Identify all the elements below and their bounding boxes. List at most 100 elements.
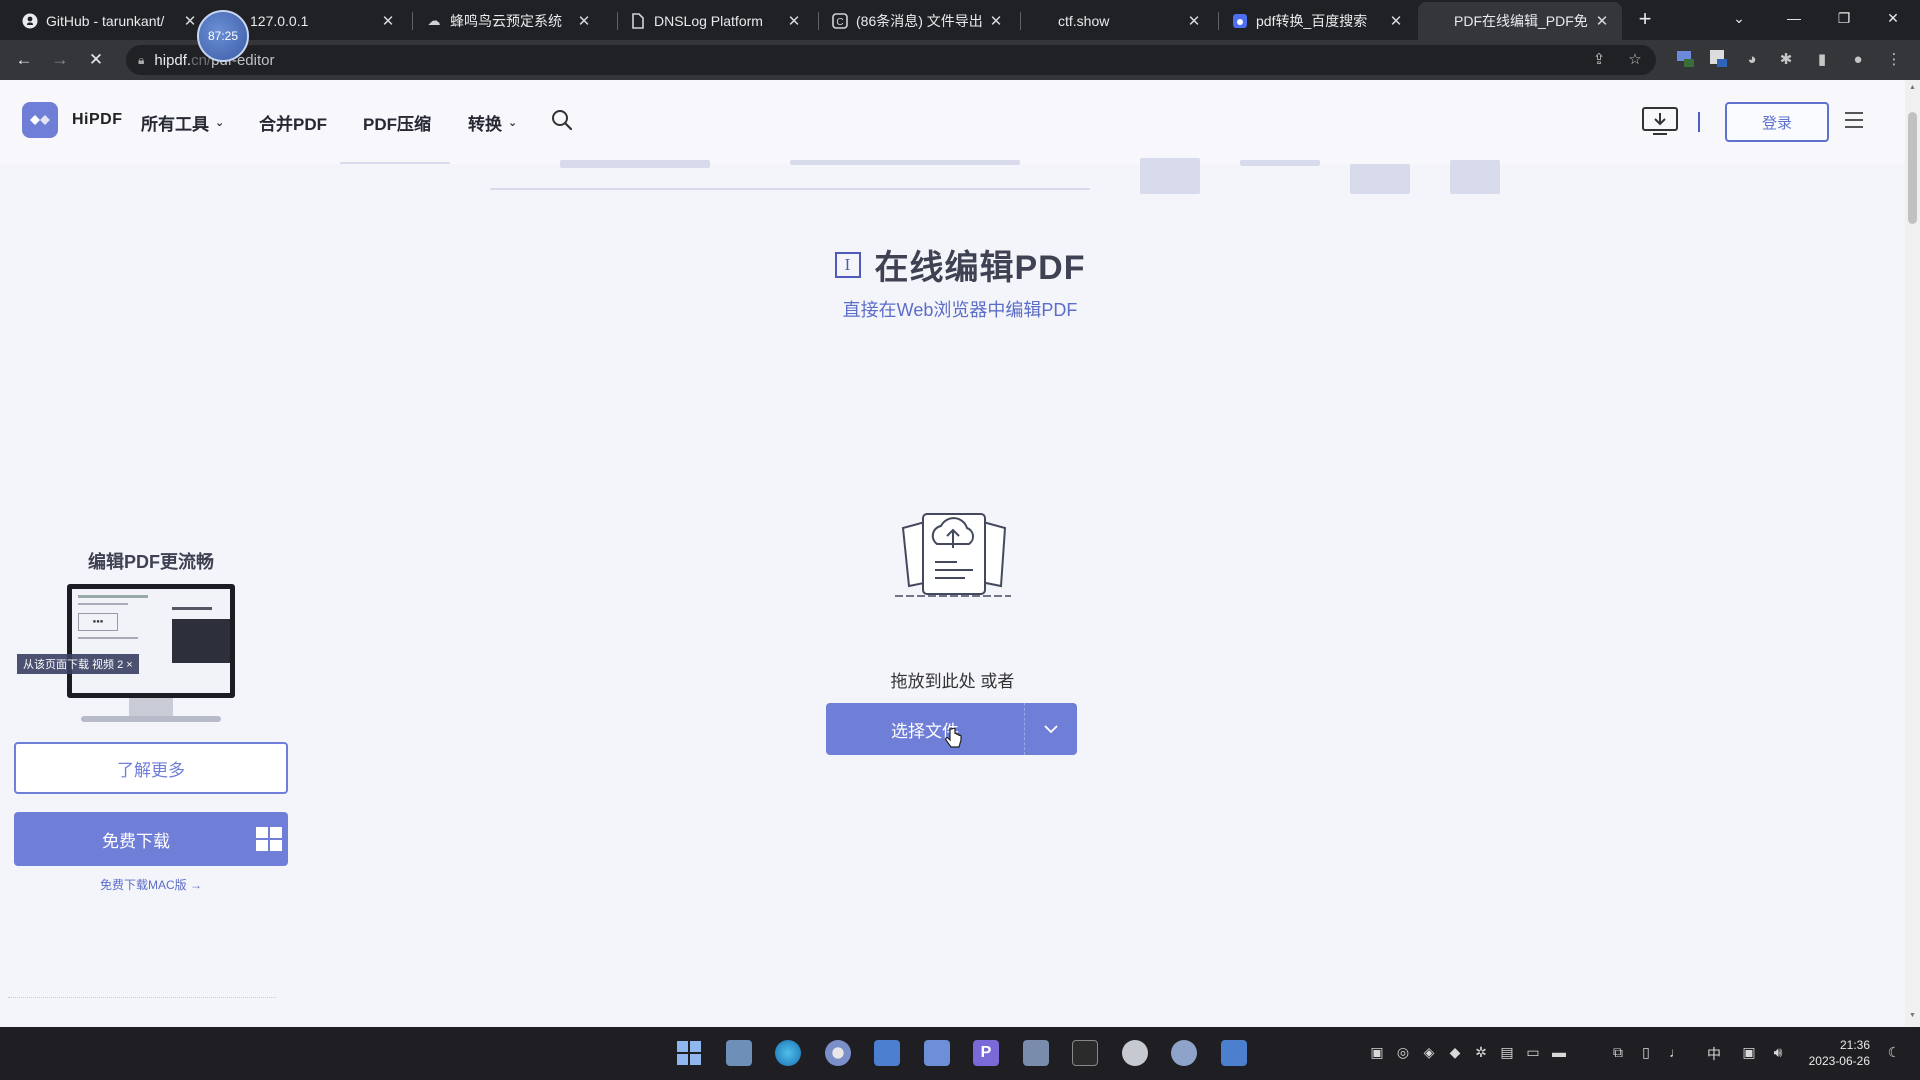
extension-icon[interactable] [1706,48,1730,72]
extension-icon[interactable]: ◕ [1740,48,1764,72]
chevron-down-icon: ⌄ [215,117,225,129]
hand-cursor-icon [944,727,962,750]
volume-icon[interactable]: 🔊︎ [1768,1044,1788,1061]
tab-dnslog[interactable]: DNSLog Platform ✕ [618,2,814,40]
tab-booking[interactable]: ☁ 蜂鸣鸟云预定系统 ✕ [414,2,604,40]
profile-icon[interactable]: ● [1846,48,1870,72]
ime-indicator[interactable]: 中 [1704,1044,1724,1064]
extension-icon[interactable] [1673,48,1697,72]
battery-icon[interactable]: ▯ [1636,1044,1656,1061]
hamburger-menu-icon[interactable] [1845,112,1863,128]
baidu-icon [1232,13,1248,29]
steam-icon[interactable] [1171,1040,1197,1066]
close-icon[interactable]: ✕ [380,12,396,30]
tab-csdn[interactable]: C (86条消息) 文件导出 ✕ [820,2,1016,40]
promo-title: 编辑PDF更流畅 [88,552,214,572]
p-app-icon[interactable]: P [973,1040,999,1066]
tab-localhost[interactable]: 127.0.0.1 ✕ [238,2,408,40]
choose-file-label[interactable]: 选择文件 [826,703,1025,755]
scroll-thumb[interactable] [1908,112,1917,224]
chrome-icon[interactable] [825,1040,851,1066]
tray-icon[interactable]: ▭ [1523,1044,1543,1061]
close-icon[interactable]: ✕ [1388,12,1404,30]
login-button[interactable]: 登录 [1725,102,1829,142]
microphone-icon[interactable]: ♩ [1666,1044,1686,1060]
monitor-illustration: ▪▪▪ 从该页面下载 视频 2 × [17,584,235,734]
close-icon[interactable]: ✕ [182,12,198,30]
close-icon[interactable]: ✕ [988,12,1004,30]
back-icon[interactable]: ← [10,46,38,74]
lock-icon: 🔒︎ [138,52,145,67]
free-download-button[interactable]: 免费下载 [14,812,288,866]
tab-title: DNSLog Platform [654,13,763,29]
text-cursor-icon: I [834,251,861,278]
page-scrollbar[interactable]: ▲ ▼ [1905,80,1920,1027]
hipdf-page: HiPDF 所有工具 ⌄ 合并PDF PDF压缩 转换 ⌄ 登录 I 在线编辑P… [0,80,1920,1027]
start-icon[interactable] [676,1040,702,1066]
forward-icon[interactable]: → [46,46,74,74]
edge-icon[interactable] [775,1040,801,1066]
app-icon[interactable] [1122,1040,1148,1066]
desktop-download-icon[interactable] [1641,106,1679,136]
svg-text:C: C [836,17,843,28]
puzzle-icon[interactable]: ✱ [1774,48,1798,72]
tray-icon[interactable]: ◎ [1393,1044,1413,1061]
tab-search-icon[interactable]: ⌄ [1724,4,1754,32]
nav-merge-pdf[interactable]: 合并PDF [259,110,327,135]
scroll-down-icon[interactable]: ▼ [1908,1012,1917,1019]
tray-icon[interactable]: ◈ [1419,1044,1439,1061]
nav-convert[interactable]: 转换 ⌄ [468,110,517,135]
restore-icon[interactable]: ❐ [1829,4,1859,32]
learn-more-button[interactable]: 了解更多 [14,742,288,794]
stop-loading-icon[interactable]: ✕ [82,46,110,74]
site-header: HiPDF 所有工具 ⌄ 合并PDF PDF压缩 转换 ⌄ 登录 [0,80,1905,164]
network-icon[interactable]: ▣ [1739,1044,1759,1061]
notification-icon[interactable]: ☾ [1884,1044,1904,1061]
tray-icon[interactable]: ▣ [1367,1044,1387,1061]
tab-baidu[interactable]: pdf转换_百度搜索 ✕ [1220,2,1416,40]
site-logo[interactable]: HiPDF [22,102,123,138]
video-download-overlay[interactable]: 从该页面下载 视频 2 × [17,654,139,674]
close-icon[interactable]: ✕ [1594,12,1610,30]
tab-github[interactable]: GitHub - tarunkant/ ✕ [10,2,210,40]
system-clock[interactable]: 21:36 2023-06-26 [1800,1037,1870,1069]
terminal-icon[interactable] [1072,1040,1098,1066]
close-icon[interactable]: ✕ [786,12,802,30]
minimize-icon[interactable]: — [1779,4,1809,32]
vscode-icon[interactable] [1221,1040,1247,1066]
chevron-down-icon[interactable] [1025,703,1077,755]
nav-all-tools[interactable]: 所有工具 ⌄ [141,110,224,135]
cloud-icon: ☁ [427,13,441,28]
scroll-up-icon[interactable]: ▲ [1908,84,1917,91]
app-icon[interactable] [1023,1040,1049,1066]
chevron-down-icon: ⌄ [508,117,518,129]
desktop-promo: 编辑PDF更流畅 ▪▪▪ 从该页面下载 视频 2 × 了解更多 免费下载 免费下… [14,548,288,893]
photos-icon[interactable] [924,1040,950,1066]
tab-hipdf[interactable]: PDF在线编辑_PDF免 ✕ [1418,2,1622,40]
tab-ctfshow[interactable]: ctf.show ✕ [1022,2,1214,40]
tray-icon[interactable]: ◆ [1445,1044,1465,1061]
tray-icon[interactable]: ✲ [1471,1044,1491,1061]
csdn-icon: C [832,13,848,29]
bookmark-star-icon[interactable]: ☆ [1623,48,1647,72]
search-icon[interactable] [550,108,576,134]
sidepanel-icon[interactable]: ▮ [1810,48,1834,72]
address-bar[interactable]: 🔒︎ hipdf.cn/pdf-editor [126,45,1656,75]
file-explorer-icon[interactable] [726,1040,752,1066]
new-tab-button[interactable]: + [1631,5,1659,33]
app-icon[interactable] [874,1040,900,1066]
copy-icon[interactable]: ⧉ [1608,1044,1628,1061]
tray-icon[interactable]: ▬ [1549,1044,1569,1060]
close-icon[interactable]: ✕ [576,12,592,30]
more-menu-icon[interactable]: ⋮ [1882,48,1906,72]
tray-icon[interactable]: ▤ [1497,1044,1517,1061]
browser-tab-strip: GitHub - tarunkant/ ✕ 127.0.0.1 ✕ ☁ 蜂鸣鸟云… [0,0,1920,40]
share-icon[interactable]: ⇪ [1587,48,1611,72]
tab-title: (86条消息) 文件导出 [856,13,982,29]
window-close-icon[interactable]: ✕ [1878,4,1908,32]
mac-download-link[interactable]: 免费下载MAC版 → [14,876,288,893]
upload-cloud-icon [893,508,1015,604]
nav-compress-pdf[interactable]: PDF压缩 [363,110,431,135]
close-icon[interactable]: ✕ [1186,12,1202,30]
page-subtitle: 直接在Web浏览器中编辑PDF [842,300,1078,320]
